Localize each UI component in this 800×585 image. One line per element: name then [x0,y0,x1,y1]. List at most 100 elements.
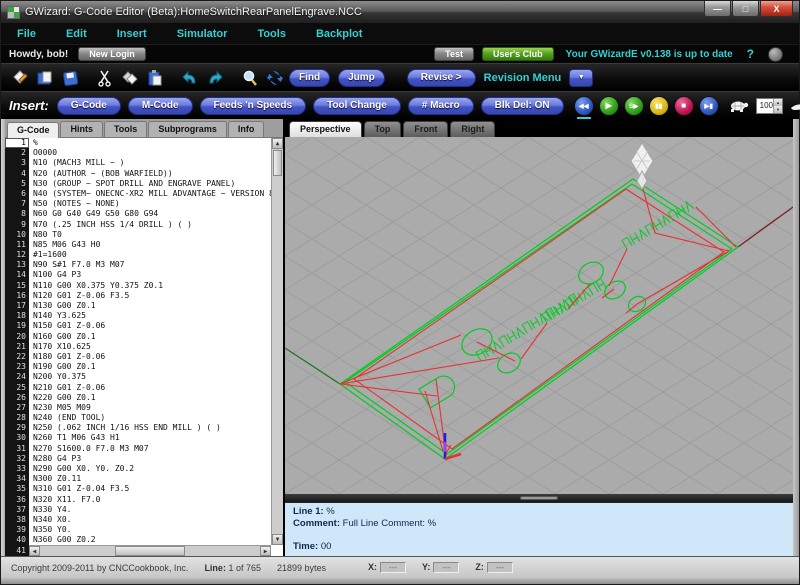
spin-down-icon[interactable]: ▼ [774,106,782,113]
scroll-right-icon[interactable]: ▶ [260,546,271,556]
code-line[interactable]: 26N220 G00 Z0.1 [5,393,271,403]
search-icon[interactable] [239,67,261,89]
code-line[interactable]: 39N350 Y0. [5,525,271,535]
code-line[interactable]: 31N270 S1600.0 F7.0 M3 M07 [5,444,271,454]
code-line[interactable]: 5N30 (GROUP ~ SPOT DRILL AND ENGRAVE PAN… [5,179,271,189]
insert-feeds-n-speeds-button[interactable]: Feeds 'n Speeds [200,97,307,115]
code-line[interactable]: 10N80 T0 [5,230,271,240]
tab-info[interactable]: Info [228,121,265,137]
code-line[interactable]: 25N210 G01 Z-0.06 [5,383,271,393]
copy-icon[interactable] [119,67,141,89]
code-line[interactable]: 4N20 (AUTHOR ~ (BOB WARFIELD)) [5,169,271,179]
code-line[interactable]: 17N130 G00 Z0.1 [5,301,271,311]
tab-subprograms[interactable]: Subprograms [148,121,227,137]
insert-m-code-button[interactable]: M-Code [128,97,193,115]
new-login-button[interactable]: New Login [78,47,146,61]
menu-item-simulator[interactable]: Simulator [177,28,228,40]
revise-button[interactable]: Revise > [407,69,476,87]
open-file-icon[interactable] [34,67,56,89]
viewport-splitter[interactable] [285,494,793,502]
speed-spinner[interactable]: 100 ▲▼ [756,98,783,114]
insert--macro-button[interactable]: # Macro [408,97,474,115]
code-line[interactable]: 12#1=1600 [5,250,271,260]
code-line[interactable]: 20N160 G00 Z0.1 [5,332,271,342]
rewind-button[interactable]: ◀◀ [574,96,594,116]
revision-dropdown-button[interactable]: ▼ [569,69,593,87]
code-line[interactable]: 36N320 X11. F7.0 [5,495,271,505]
view-tab-top[interactable]: Top [364,121,402,137]
code-line[interactable]: 9N70 (.25 INCH HSS 1/4 DRILL ) ( ) [5,220,271,230]
code-line[interactable]: 40N360 G00 Z0.2 [5,535,271,545]
code-line[interactable]: 16N120 G01 Z-0.06 F3.5 [5,291,271,301]
test-button[interactable]: Test [434,47,474,61]
step-forward-button[interactable]: ▶▮ [699,96,719,116]
blk-del-toggle[interactable]: Blk Del: ON [481,97,564,115]
users-club-button[interactable]: User's Club [482,47,554,61]
code-line[interactable]: 33N290 G00 X0. Y0. Z0.2 [5,464,271,474]
code-line[interactable]: 37N330 Y4. [5,505,271,515]
paste-icon[interactable] [144,67,166,89]
new-file-icon[interactable] [9,67,31,89]
view-tab-perspective[interactable]: Perspective [289,121,362,137]
code-line[interactable]: 27N230 M05 M09 [5,403,271,413]
code-line[interactable]: 19N150 G01 Z-0.06 [5,321,271,331]
close-button[interactable]: X [760,1,793,17]
undo-icon[interactable] [179,67,201,89]
splitter-handle[interactable] [520,496,558,500]
code-line[interactable]: 6N40 (SYSTEM~ ONECNC-XR2 MILL ADVANTAGE … [5,189,271,199]
code-line[interactable]: 15N110 G00 X0.375 Y0.375 Z0.1 [5,281,271,291]
scroll-left-icon[interactable]: ◀ [29,546,40,556]
find-button[interactable]: Find [289,69,330,87]
code-line[interactable]: 21N170 X10.625 [5,342,271,352]
insert-tool-change-button[interactable]: Tool Change [313,97,401,115]
tab-hints[interactable]: Hints [60,121,103,137]
code-line[interactable]: 7N50 (NOTES ~ NONE) [5,199,271,209]
menu-item-backplot[interactable]: Backplot [316,28,362,40]
code-editor[interactable]: 1%2O00003N10 (MACH3 MILL ~ )4N20 (AUTHOR… [5,138,283,556]
menu-item-insert[interactable]: Insert [117,28,147,40]
code-line[interactable]: 38N340 X0. [5,515,271,525]
code-line[interactable]: 28N240 (END TOOL) [5,413,271,423]
pause-button[interactable]: ▮▮ [649,96,669,116]
step-play-button[interactable]: S▶ [624,96,644,116]
editor-vertical-scrollbar[interactable]: ▲ ▼ [271,138,283,545]
menu-item-file[interactable]: File [17,28,36,40]
code-line[interactable]: 32N280 G4 P3 [5,454,271,464]
code-line[interactable]: 2O0000 [5,148,271,158]
code-line[interactable]: 35N310 G01 Z-0.04 F3.5 [5,484,271,494]
insert-g-code-button[interactable]: G-Code [57,97,121,115]
stop-button[interactable]: ■ [674,96,694,116]
code-line[interactable]: 8N60 G0 G40 G49 G50 G80 G94 [5,209,271,219]
tab-tools[interactable]: Tools [104,121,147,137]
code-line[interactable]: 24N200 Y0.375 [5,372,271,382]
help-icon[interactable]: ? [747,47,754,61]
view-tab-front[interactable]: Front [403,121,448,137]
refresh-icon[interactable] [264,67,286,89]
editor-horizontal-scrollbar[interactable]: ◀ ▶ [29,545,271,556]
code-line[interactable]: 18N140 Y3.625 [5,311,271,321]
save-file-icon[interactable] [59,67,81,89]
minimize-button[interactable]: — [704,1,731,17]
code-line[interactable]: 34N300 Z0.11 [5,474,271,484]
code-line[interactable]: 22N180 G01 Z-0.06 [5,352,271,362]
cut-icon[interactable] [94,67,116,89]
code-line[interactable]: 29N250 (.062 INCH 1/16 HSS END MILL ) ( … [5,423,271,433]
menu-item-edit[interactable]: Edit [66,28,87,40]
hscroll-thumb[interactable] [115,546,185,556]
vscroll-thumb[interactable] [273,150,282,176]
code-line[interactable]: 11N85 M06 G43 H0 [5,240,271,250]
backplot-3d-view[interactable] [285,137,793,494]
code-line[interactable]: 14N100 G4 P3 [5,270,271,280]
menu-item-tools[interactable]: Tools [257,28,286,40]
spin-up-icon[interactable]: ▲ [774,99,782,106]
play-button[interactable]: ▶ [599,96,619,116]
tab-g-code[interactable]: G-Code [7,122,60,138]
view-tab-right[interactable]: Right [450,121,495,137]
code-line[interactable]: 3N10 (MACH3 MILL ~ ) [5,158,271,168]
scroll-down-icon[interactable]: ▼ [272,534,283,545]
scroll-up-icon[interactable]: ▲ [272,138,283,149]
maximize-button[interactable]: □ [732,1,759,17]
code-line[interactable]: 1% [5,138,271,148]
redo-icon[interactable] [204,67,226,89]
jump-button[interactable]: Jump [338,69,385,87]
